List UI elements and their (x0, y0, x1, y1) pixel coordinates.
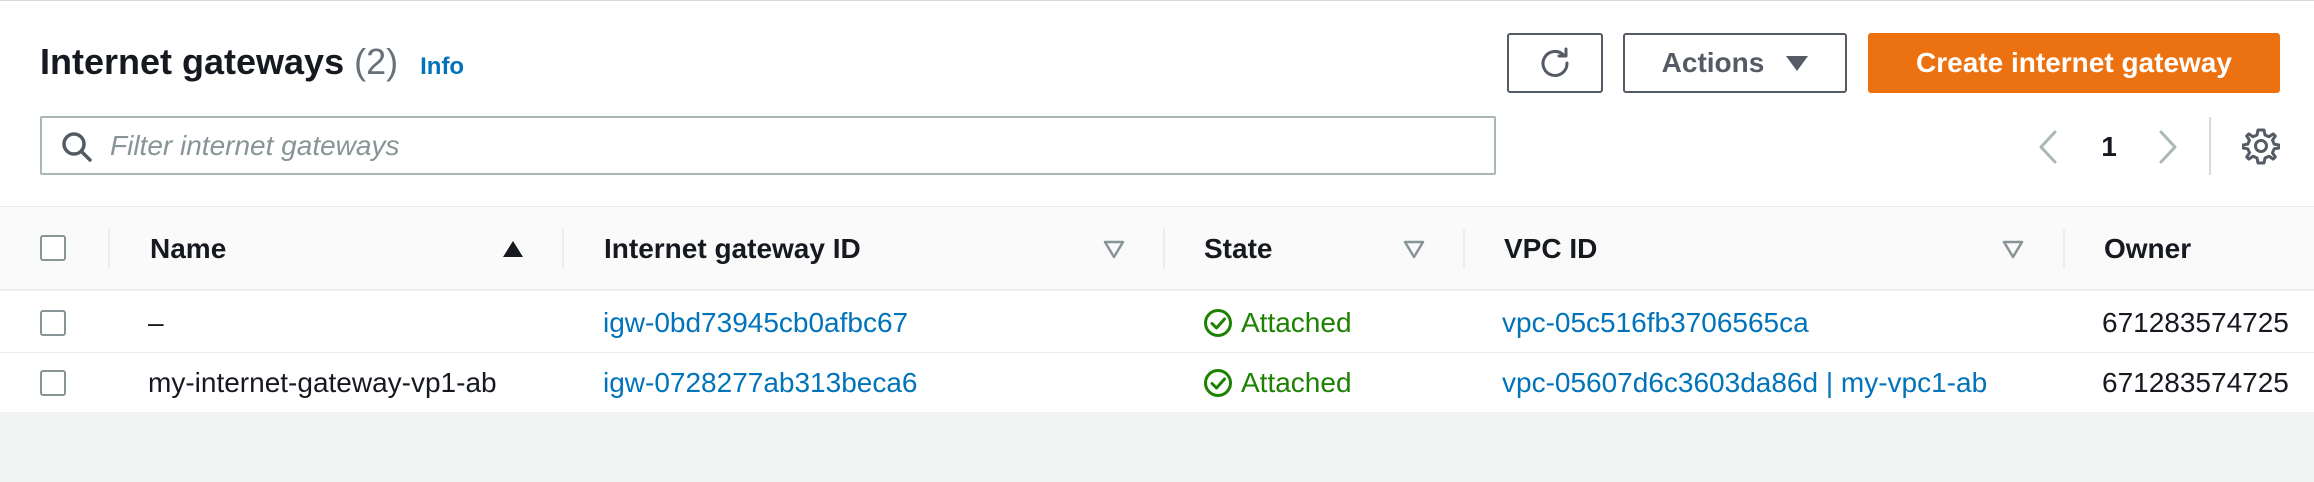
search-icon (62, 132, 92, 162)
refresh-button[interactable] (1507, 33, 1603, 93)
previous-page-icon[interactable] (2036, 127, 2060, 167)
actions-dropdown-button[interactable]: Actions (1623, 33, 1847, 93)
actions-label: Actions (1661, 47, 1765, 78)
cell-owner: 671283574725 (2102, 367, 2289, 398)
column-header-owner[interactable]: Owner (2104, 207, 2191, 290)
page-background (0, 412, 2314, 482)
column-separator (2063, 229, 2065, 269)
state-cell: Attached (1203, 293, 1352, 352)
success-check-icon (1204, 308, 1232, 337)
state-cell: Attached (1203, 353, 1352, 412)
refresh-icon (1541, 47, 1569, 77)
column-header-gateway-id[interactable]: Internet gateway ID (604, 207, 861, 290)
table-row[interactable]: – igw-0bd73945cb0afbc67 Attached vpc-05c… (0, 293, 2314, 353)
row-checkbox[interactable] (40, 370, 66, 396)
state-text: Attached (1241, 307, 1352, 338)
column-separator (562, 229, 564, 269)
info-link[interactable]: Info (420, 53, 464, 81)
vpc-id-link[interactable]: vpc-05c516fb3706565ca (1502, 293, 1809, 352)
internet-gateways-panel: Internet gateways (2) Info Actions Creat… (0, 0, 2314, 413)
gear-icon[interactable] (2242, 127, 2280, 165)
gateway-id-link[interactable]: igw-0728277ab313beca6 (603, 353, 918, 412)
page-header: Internet gateways (2) Info (40, 41, 464, 89)
pager-divider (2209, 117, 2211, 175)
sort-icon[interactable] (2001, 238, 2025, 260)
caret-down-icon (1786, 55, 1809, 71)
vpc-id-link[interactable]: vpc-05607d6c3603da86d | my-vpc1-ab (1502, 353, 1987, 412)
column-header-state[interactable]: State (1204, 207, 1272, 290)
next-page-icon[interactable] (2156, 127, 2180, 167)
filter-search-box[interactable] (40, 116, 1496, 175)
cell-name: – (148, 307, 164, 338)
cell-owner: 671283574725 (2102, 307, 2289, 338)
state-text: Attached (1241, 367, 1352, 398)
sort-ascending-icon[interactable] (501, 238, 525, 260)
create-internet-gateway-button[interactable]: Create internet gateway (1868, 33, 2280, 93)
success-check-icon (1204, 368, 1232, 397)
row-checkbox[interactable] (40, 310, 66, 336)
filter-input[interactable] (110, 118, 1480, 173)
table-row[interactable]: my-internet-gateway-vp1-ab igw-0728277ab… (0, 353, 2314, 413)
column-header-name[interactable]: Name (150, 207, 226, 290)
gateway-id-link[interactable]: igw-0bd73945cb0afbc67 (603, 293, 908, 352)
table-header: Name Internet gateway ID State VPC ID Ow… (0, 206, 2314, 291)
sort-icon[interactable] (1402, 238, 1426, 260)
page-number[interactable]: 1 (2094, 127, 2124, 167)
sort-icon[interactable] (1102, 238, 1126, 260)
cell-name: my-internet-gateway-vp1-ab (148, 367, 497, 398)
page-title: Internet gateways (40, 41, 345, 82)
create-button-label: Create internet gateway (1916, 47, 2232, 78)
item-count: (2) (354, 41, 399, 82)
column-separator (1163, 229, 1165, 269)
column-header-vpc-id[interactable]: VPC ID (1504, 207, 1597, 290)
select-all-checkbox[interactable] (40, 235, 66, 261)
column-separator (108, 229, 110, 269)
column-separator (1463, 229, 1465, 269)
